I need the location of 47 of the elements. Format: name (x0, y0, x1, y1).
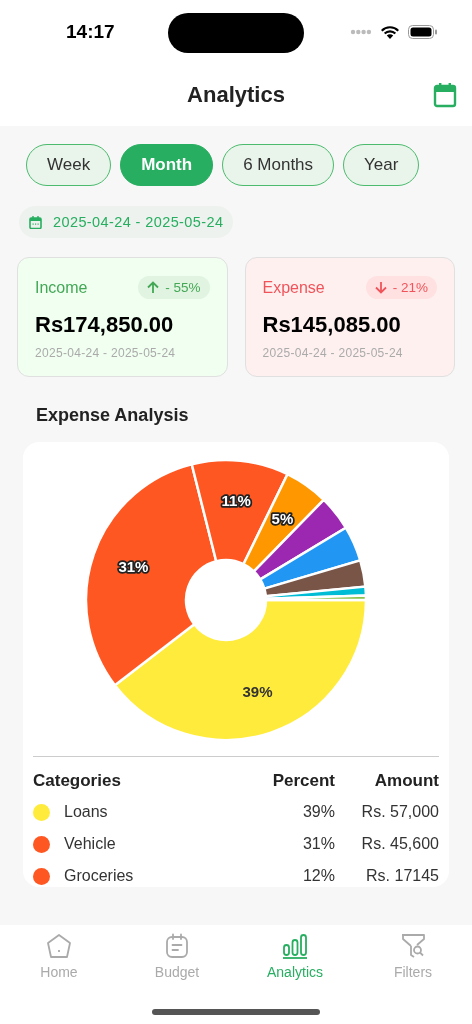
category-name: Loans (64, 803, 109, 821)
arrow-down-icon (374, 281, 387, 294)
amount-cell-text: Rs. 45,600 (360, 835, 439, 853)
page-title: Analytics (187, 82, 285, 108)
card-date-range: 2025-04-24 - 2025-05-24 (35, 346, 177, 360)
slice-label: 31% (118, 557, 149, 575)
filter-search-icon (400, 933, 426, 959)
period-tab[interactable]: Week (26, 144, 112, 186)
status-time: 14:17 (66, 21, 115, 43)
nav-tab[interactable]: Budget (118, 933, 236, 980)
notepad-icon (164, 933, 190, 959)
wifi-icon (380, 24, 400, 40)
nav-tab[interactable]: Analytics (236, 933, 354, 980)
change-badge: - 55% (138, 276, 210, 299)
battery-icon (408, 25, 438, 39)
percent-cell-text: 39% (301, 803, 335, 821)
date-range-chip[interactable]: 2025-04-24 - 2025-05-24 (19, 206, 234, 238)
calendar-icon (29, 215, 42, 229)
column-header: Amount (373, 771, 439, 791)
amount-cell-text: Rs. 17145 (365, 867, 439, 885)
slice-label: 5% (271, 509, 294, 527)
category-name: Vehicle (64, 835, 117, 853)
column-header: Categories (33, 771, 122, 791)
period-tab[interactable]: 6 Months (222, 144, 335, 186)
change-badge: - 21% (365, 276, 437, 299)
period-tab[interactable]: Month (120, 144, 214, 186)
card-amount: Rs145,085.00 (262, 312, 402, 338)
column-header: Percent (271, 771, 335, 791)
card-date-range: 2025-04-24 - 2025-05-24 (262, 346, 404, 360)
amount-cell-text: Rs. 57,000 (360, 803, 439, 821)
home-icon (46, 933, 72, 959)
slice-label: 11% (221, 492, 251, 510)
nav-tab[interactable]: Filters (354, 933, 472, 980)
category-name: Groceries (64, 867, 135, 885)
nav-tab[interactable]: Home (0, 933, 118, 980)
percent-cell-text: 31% (301, 835, 335, 853)
card-amount: Rs174,850.00 (35, 312, 175, 338)
slice-label: 39% (242, 682, 273, 700)
card-label: Income (35, 278, 88, 297)
card-label: Expense (262, 278, 325, 297)
bar-chart-icon (282, 933, 308, 959)
percent-cell-text: 12% (301, 867, 335, 885)
arrow-up-icon (147, 281, 160, 294)
signal-icon (350, 29, 372, 35)
calendar-icon[interactable] (433, 82, 457, 108)
section-title: Expense Analysis (36, 405, 190, 426)
period-tab[interactable]: Year (343, 144, 420, 186)
